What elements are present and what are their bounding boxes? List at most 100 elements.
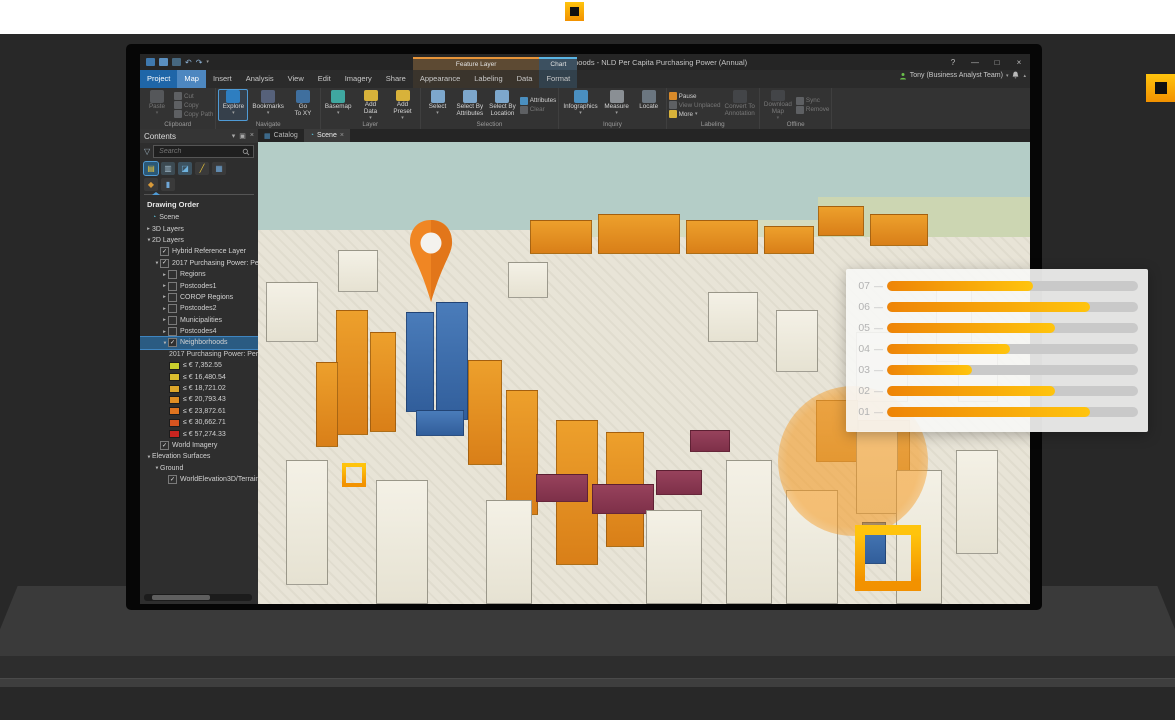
pane-menu-caret-icon[interactable]: ▾ (232, 132, 236, 140)
ribbon-tab-map[interactable]: Map (177, 70, 206, 88)
layer-visibility-checkbox[interactable]: ✓ (160, 247, 169, 256)
expand-arrow-right-icon[interactable]: ▸ (161, 306, 168, 312)
locate-button[interactable]: Locate (634, 89, 664, 121)
cut-button[interactable]: Cut (174, 92, 213, 100)
close-button[interactable]: × (1008, 54, 1030, 70)
layer-visibility-checkbox[interactable] (168, 282, 177, 291)
layer-visibility-checkbox[interactable] (168, 327, 177, 336)
layer-tree-item-world-imagery[interactable]: ✓World Imagery (140, 440, 258, 451)
layer-tree-item-2017-purchasing-power-per-capita[interactable]: ▸✓2017 Purchasing Power: Per Capita (140, 258, 258, 269)
scrollbar-thumb[interactable] (152, 595, 210, 600)
list-by-drawing-order-icon[interactable]: ▤ (144, 162, 158, 175)
layer-tree-item-scene[interactable]: ◔Scene (140, 212, 258, 223)
expand-arrow-down-icon[interactable]: ▸ (154, 260, 160, 267)
bookmarks-button[interactable]: Bookmarks▾ (250, 89, 286, 121)
layer-visibility-checkbox[interactable]: ✓ (168, 338, 177, 347)
expand-arrow-down-icon[interactable]: ▸ (146, 237, 152, 244)
list-by-charts-icon[interactable]: ▮ (161, 178, 175, 191)
copy-button[interactable]: Copy (174, 101, 213, 109)
tab-catalog[interactable]: ▦ Catalog (258, 129, 304, 142)
paste-button[interactable]: Paste▾ (142, 89, 172, 121)
ribbon-tab-edit[interactable]: Edit (311, 70, 338, 88)
layer-tree-item-elevation-surfaces[interactable]: ▸Elevation Surfaces (140, 451, 258, 462)
layer-visibility-checkbox[interactable]: ✓ (160, 441, 169, 450)
layer-tree-item-worldelevation3d-terrain3d[interactable]: ✓WorldElevation3D/Terrain3D (140, 474, 258, 485)
expand-arrow-down-icon[interactable]: ▸ (154, 465, 160, 472)
layer-tree-item-regions[interactable]: ▸Regions (140, 269, 258, 280)
go-to-xy-button[interactable]: Go To XY (288, 89, 318, 121)
layer-tree-item-2d-layers[interactable]: ▸2D Layers (140, 235, 258, 246)
list-by-data-source-icon[interactable]: ▥ (161, 162, 175, 175)
layer-tree-item-neighborhoods[interactable]: ▸✓Neighborhoods (140, 337, 258, 348)
maximize-button[interactable]: □ (986, 54, 1008, 70)
basemap-button[interactable]: Basemap▾ (323, 89, 354, 121)
search-input[interactable] (157, 147, 242, 156)
add-data-button[interactable]: Add Data▾ (356, 89, 386, 121)
select-by-attributes-button[interactable]: Select By Attributes (455, 89, 486, 121)
user-menu-caret-icon[interactable]: ▾ (1006, 74, 1009, 78)
ribbon-tab-analysis[interactable]: Analysis (239, 70, 281, 88)
expand-arrow-right-icon[interactable]: ▸ (161, 329, 168, 335)
expand-arrow-down-icon[interactable]: ▸ (146, 453, 152, 460)
expand-arrow-right-icon[interactable]: ▸ (161, 283, 168, 289)
list-by-editing-icon[interactable]: ╱ (195, 162, 209, 175)
ribbon-tab-imagery[interactable]: Imagery (338, 70, 379, 88)
layer-tree-item-3d-layers[interactable]: ▸3D Layers (140, 223, 258, 234)
select-button[interactable]: Select▾ (423, 89, 453, 121)
layer-tree-item-postcodes4[interactable]: ▸Postcodes4 (140, 326, 258, 337)
download-map-button[interactable]: Download Map▾ (762, 89, 794, 121)
help-button[interactable]: ? (942, 54, 964, 70)
expand-arrow-down-icon[interactable]: ▸ (162, 339, 168, 346)
layer-visibility-checkbox[interactable]: ✓ (168, 475, 177, 484)
open-project-icon[interactable] (146, 58, 155, 66)
layer-tree-item-ground[interactable]: ▸Ground (140, 463, 258, 474)
layer-visibility-checkbox[interactable] (168, 304, 177, 313)
list-by-selection-icon[interactable]: ◪ (178, 162, 192, 175)
contents-horizontal-scrollbar[interactable] (144, 594, 252, 601)
qat-customize-caret-icon[interactable]: ▾ (206, 60, 209, 64)
ribbon-tab-share[interactable]: Share (379, 70, 413, 88)
layer-tree-item-corop-regions[interactable]: ▸COROP Regions (140, 292, 258, 303)
select-by-location-button[interactable]: Select By Location (487, 89, 518, 121)
layer-visibility-checkbox[interactable] (168, 316, 177, 325)
minimize-button[interactable]: — (964, 54, 986, 70)
sync-button[interactable]: Sync (796, 97, 829, 105)
remove-button[interactable]: Remove (796, 106, 829, 114)
ribbon-tab-format[interactable]: Format (539, 70, 577, 88)
user-account-area[interactable]: Tony (Business Analyst Team) ▾ ▴ (899, 71, 1026, 80)
clear-button[interactable]: Clear (520, 106, 557, 114)
new-project-icon[interactable] (172, 58, 181, 66)
layer-visibility-checkbox[interactable] (168, 270, 177, 279)
tab-scene[interactable]: ◔ Scene × (304, 129, 350, 142)
layer-tree-item-municipalities[interactable]: ▸Municipalities (140, 315, 258, 326)
undo-icon[interactable]: ↶ (185, 58, 192, 67)
tab-close-icon[interactable]: × (340, 132, 344, 139)
redo-icon[interactable]: ↷ (196, 58, 203, 67)
copy-path-button[interactable]: Copy Path (174, 110, 213, 118)
layer-tree-item-postcodes2[interactable]: ▸Postcodes2 (140, 303, 258, 314)
add-preset-button[interactable]: Add Preset▾ (388, 89, 418, 121)
ribbon-tab-appearance[interactable]: Appearance (413, 70, 467, 88)
filter-funnel-icon[interactable]: ▽ (144, 147, 150, 156)
expand-arrow-right-icon[interactable]: ▸ (161, 294, 168, 300)
ribbon-tab-labeling[interactable]: Labeling (467, 70, 509, 88)
ribbon-tab-view[interactable]: View (281, 70, 311, 88)
convert-to-annotation-button[interactable]: Convert To Annotation (723, 89, 757, 121)
ribbon-tab-insert[interactable]: Insert (206, 70, 239, 88)
pane-pin-icon[interactable]: ▣ (239, 132, 246, 140)
save-project-icon[interactable] (159, 58, 168, 66)
list-by-labeling-icon[interactable]: ◆ (144, 178, 158, 191)
pane-close-icon[interactable]: × (250, 132, 254, 140)
view-unplaced-button[interactable]: View Unplaced (669, 101, 721, 109)
expand-arrow-right-icon[interactable]: ▸ (145, 226, 152, 232)
layer-tree-item-postcodes1[interactable]: ▸Postcodes1 (140, 280, 258, 291)
layer-tree-item-hybrid-reference-layer[interactable]: ✓Hybrid Reference Layer (140, 246, 258, 257)
ribbon-tab-data[interactable]: Data (510, 70, 540, 88)
ribbon-tab-project[interactable]: Project (140, 70, 177, 88)
ribbon-collapse-caret-icon[interactable]: ▴ (1023, 74, 1026, 78)
explore-button[interactable]: Explore▾ (218, 89, 248, 121)
more-button[interactable]: More▾ (669, 110, 721, 118)
infographics-button[interactable]: Infographics▾ (561, 89, 599, 121)
notifications-bell-icon[interactable] (1011, 71, 1020, 80)
expand-arrow-right-icon[interactable]: ▸ (161, 317, 168, 323)
